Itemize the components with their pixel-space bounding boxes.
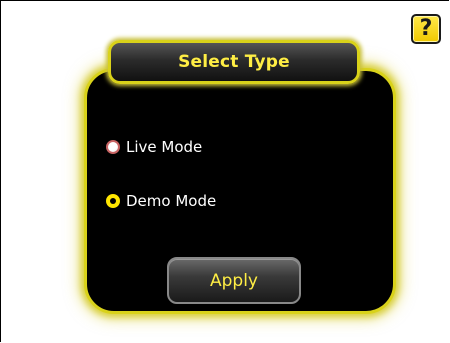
- apply-button[interactable]: Apply: [167, 257, 301, 304]
- dialog-title-bar: Select Type: [108, 40, 360, 84]
- demo-mode-option[interactable]: Demo Mode: [106, 192, 216, 210]
- help-button[interactable]: ?: [411, 14, 441, 44]
- demo-mode-radio[interactable]: [106, 194, 120, 208]
- demo-mode-label: Demo Mode: [126, 192, 217, 210]
- question-mark-icon: ?: [419, 16, 433, 41]
- live-mode-label: Live Mode: [126, 138, 203, 156]
- dialog-title: Select Type: [178, 52, 290, 72]
- live-mode-option[interactable]: Live Mode: [106, 138, 202, 156]
- live-mode-radio[interactable]: [106, 140, 120, 154]
- apply-button-label: Apply: [210, 270, 258, 291]
